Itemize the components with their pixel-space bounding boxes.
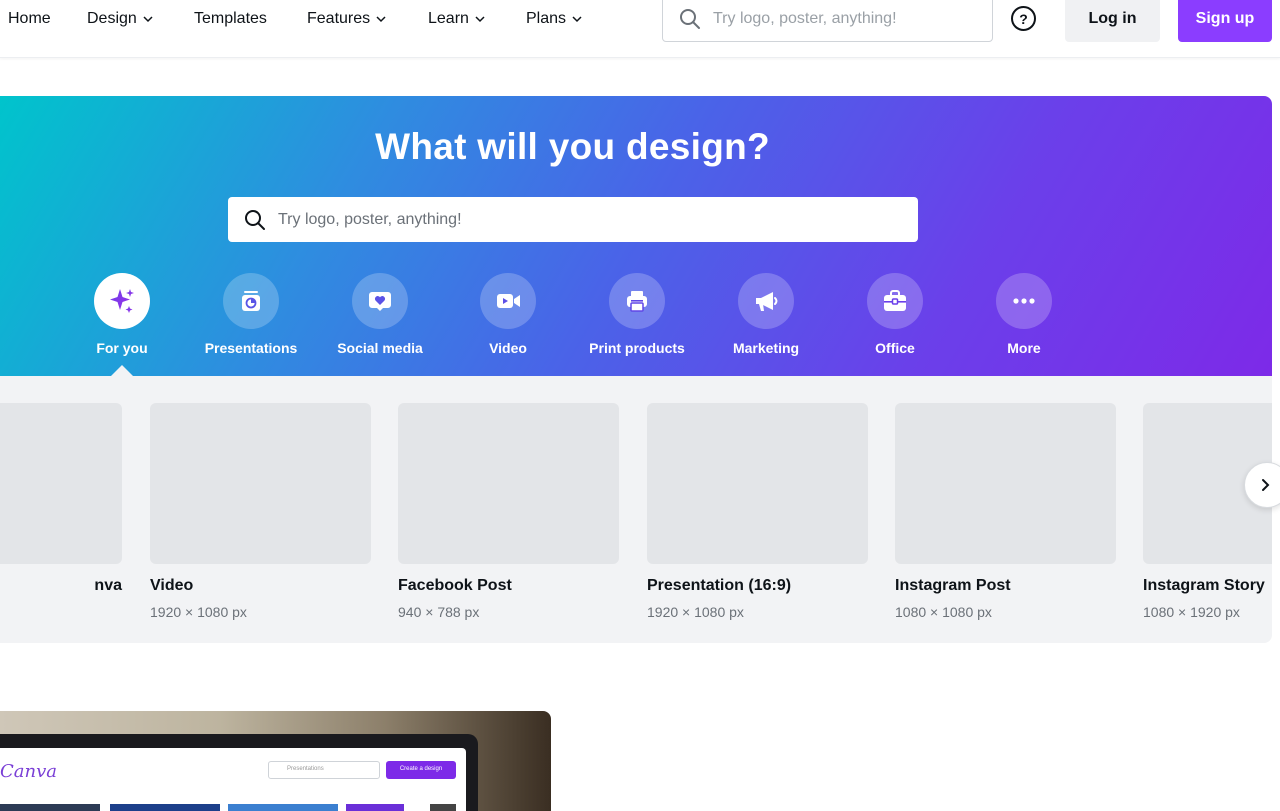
chevron-down-icon [143,16,153,23]
nav-templates-label: Templates [194,10,267,27]
heart-chat-icon [369,292,391,311]
category-label: Presentations [204,340,298,356]
category-marketing[interactable]: Marketing [706,273,826,356]
template-name: Instagram Post [895,577,1011,594]
template-carousel: nva Video 1920 × 1080 px Facebook Post 9… [0,376,1272,643]
mini-thumbnail [0,804,100,811]
login-button[interactable]: Log in [1065,0,1160,42]
category-icon-circle [609,273,665,329]
active-category-pointer [111,365,133,376]
category-label: Print products [589,340,685,356]
top-navigation: Home Design Templates Features Learn Pla… [0,0,1280,58]
nav-search-input[interactable]: Try logo, poster, anything! [662,0,993,42]
megaphone-icon [756,292,778,311]
mini-thumbnail [228,804,338,811]
hero-search-input[interactable]: Try logo, poster, anything! [228,197,918,242]
promo-image: Canva Presentations Create a design [0,711,551,811]
category-label: More [1007,340,1041,356]
mini-thumbnail [110,804,220,811]
printer-icon [627,291,647,312]
template-name: Instagram Story [1143,577,1265,594]
nav-design[interactable]: Design [87,9,153,29]
search-icon [680,9,700,29]
nav-learn[interactable]: Learn [428,9,485,29]
template-name: Facebook Post [398,577,512,594]
template-card[interactable]: Facebook Post 940 × 788 px [398,403,619,620]
chevron-down-icon [376,16,386,23]
mini-create-button: Create a design [386,761,456,779]
template-dimensions: 1080 × 1080 px [895,604,992,620]
template-dimensions: 1920 × 1080 px [647,604,744,620]
canva-logo: Canva [0,761,57,782]
category-for-you[interactable]: For you [62,273,182,356]
nav-home-label: Home [8,10,51,27]
template-dimensions: 1080 × 1920 px [1143,604,1240,620]
nav-features-label: Features [307,10,371,27]
template-card[interactable]: Presentation (16:9) 1920 × 1080 px [647,403,868,620]
template-dimensions: 940 × 788 px [398,604,480,620]
nav-plans[interactable]: Plans [526,9,582,29]
template-name: nva [94,577,122,594]
category-icon-circle [94,273,150,329]
category-icon-circle [738,273,794,329]
nav-templates[interactable]: Templates [194,9,267,29]
template-name: Presentation (16:9) [647,577,792,594]
laptop-screen: Canva Presentations Create a design [0,748,466,811]
signup-button[interactable]: Sign up [1178,0,1272,42]
nav-search-placeholder: Try logo, poster, anything! [713,10,897,27]
category-social-media[interactable]: Social media [320,273,440,356]
template-thumbnail [398,403,619,564]
search-icon [245,209,265,230]
mini-thumbnail [430,804,456,811]
mini-thumbnail [346,804,404,811]
more-dots-icon [1013,298,1035,304]
category-office[interactable]: Office [835,273,955,356]
sparkle-icon [110,289,134,313]
template-card[interactable]: nva [0,403,122,604]
template-thumbnail [150,403,371,564]
category-label: Social media [337,340,423,356]
nav-learn-label: Learn [428,10,469,27]
nav-features[interactable]: Features [307,9,386,29]
template-name: Video [150,577,194,594]
nav-home[interactable]: Home [8,9,51,29]
mini-search-input: Presentations [268,761,380,779]
category-label: Marketing [732,340,800,356]
category-label: Office [875,340,915,356]
laptop-illustration: Canva Presentations Create a design [0,734,478,811]
template-card[interactable]: Instagram Post 1080 × 1080 px [895,403,1116,620]
category-label: Video [489,340,527,356]
hero-search-placeholder: Try logo, poster, anything! [278,210,462,228]
category-icon-circle [867,273,923,329]
question-circle-icon[interactable]: ? [1011,6,1036,31]
template-thumbnail [647,403,868,564]
category-print-products[interactable]: Print products [577,273,697,356]
chevron-right-icon [1262,479,1270,491]
hero-banner: What will you design? Try logo, poster, … [0,96,1272,376]
briefcase-icon [884,290,906,311]
template-thumbnail [0,403,122,564]
template-dimensions: 1920 × 1080 px [150,604,247,620]
hero-title: What will you design? [375,126,770,167]
template-card[interactable]: Video 1920 × 1080 px [150,403,371,620]
category-icon-circle [352,273,408,329]
nav-plans-label: Plans [526,10,567,27]
category-icon-circle [996,273,1052,329]
video-camera-icon [497,294,520,308]
nav-design-label: Design [87,10,137,27]
category-video[interactable]: Video [448,273,568,356]
template-thumbnail [895,403,1116,564]
category-more[interactable]: More [964,273,1084,356]
template-card[interactable]: Instagram Story 1080 × 1920 px [1143,403,1272,620]
category-icon-circle [223,273,279,329]
category-presentations[interactable]: Presentations [191,273,311,356]
chevron-down-icon [572,16,582,23]
presentation-icon [242,291,260,311]
category-label: For you [96,340,148,356]
chevron-down-icon [475,16,485,23]
category-icon-circle [480,273,536,329]
